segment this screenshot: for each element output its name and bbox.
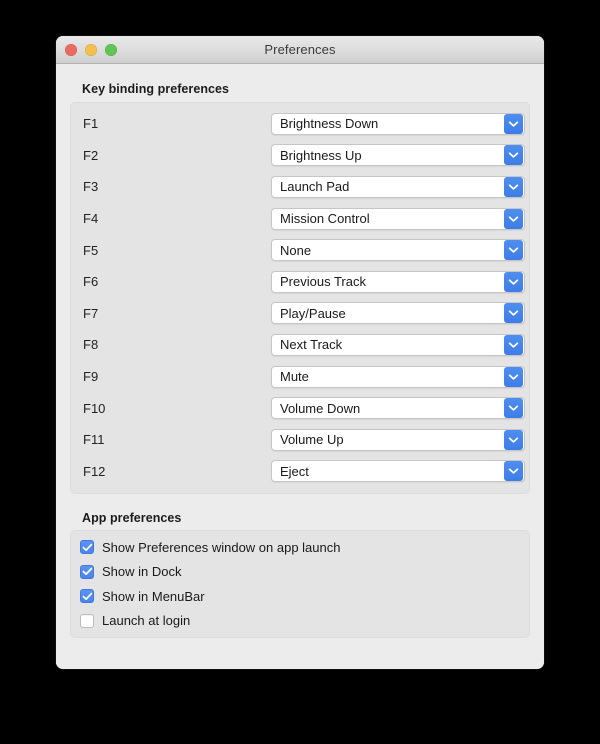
key-binding-row: F1 Brightness Down: [71, 108, 529, 140]
key-binding-select[interactable]: Mission Control: [271, 207, 525, 230]
key-binding-row: F12 Eject: [71, 456, 529, 488]
key-binding-key-label: F6: [83, 274, 99, 290]
key-binding-key-label: F7: [83, 305, 99, 321]
key-binding-select-value: None: [280, 242, 312, 258]
app-preference-row[interactable]: Launch at login: [71, 609, 529, 634]
chevron-down-icon[interactable]: [504, 113, 523, 134]
zoom-button[interactable]: [105, 44, 117, 56]
key-binding-select-value: Next Track: [280, 337, 343, 353]
app-preference-label: Show in Dock: [102, 564, 182, 580]
key-binding-select[interactable]: Launch Pad: [271, 175, 525, 198]
key-binding-row: F2 Brightness Up: [71, 140, 529, 172]
preferences-window: Preferences Key binding preferences F1 Br…: [56, 36, 544, 669]
window-titlebar[interactable]: Preferences: [56, 36, 544, 64]
key-binding-select[interactable]: Previous Track: [271, 270, 525, 293]
key-binding-key-label: F8: [83, 337, 99, 353]
key-binding-row: F5 None: [71, 234, 529, 266]
key-binding-row: F6 Previous Track: [71, 266, 529, 298]
app-preference-row[interactable]: Show Preferences window on app launch: [71, 535, 529, 560]
chevron-down-icon[interactable]: [504, 334, 523, 355]
key-binding-panel: F1 Brightness Down F2 Brightness Up F3 Launch…: [70, 102, 530, 494]
key-binding-key-label: F3: [83, 179, 99, 195]
key-binding-select[interactable]: Volume Down: [271, 397, 525, 420]
chevron-down-icon[interactable]: [504, 240, 523, 261]
checkbox-checked[interactable]: [80, 540, 94, 555]
app-preferences-section-title: App preferences: [82, 511, 182, 525]
key-binding-select-value: Volume Up: [280, 432, 344, 448]
key-binding-select[interactable]: Eject: [271, 460, 525, 483]
key-binding-key-label: F2: [83, 147, 99, 163]
chevron-down-icon[interactable]: [504, 366, 523, 387]
chevron-down-icon[interactable]: [504, 145, 523, 166]
key-binding-select-value: Previous Track: [280, 274, 366, 290]
key-binding-row: F9 Mute: [71, 361, 529, 393]
app-preference-label: Show Preferences window on app launch: [102, 539, 341, 555]
key-binding-select-value: Volume Down: [280, 400, 361, 416]
key-binding-select-value: Eject: [280, 463, 309, 479]
chevron-down-icon[interactable]: [504, 271, 523, 292]
app-preferences-panel: Show Preferences window on app launch Sho…: [70, 530, 530, 638]
chevron-down-icon[interactable]: [504, 398, 523, 419]
checkbox-checked[interactable]: [80, 564, 94, 579]
key-binding-select[interactable]: Play/Pause: [271, 302, 525, 325]
app-preference-label: Launch at login: [102, 613, 191, 629]
key-binding-key-label: F9: [83, 369, 99, 385]
chevron-down-icon[interactable]: [504, 303, 523, 324]
app-preference-row[interactable]: Show in Dock: [71, 560, 529, 585]
key-binding-key-label: F5: [83, 242, 99, 258]
key-binding-select[interactable]: Volume Up: [271, 428, 525, 451]
checkbox-unchecked[interactable]: [80, 613, 94, 628]
key-binding-key-label: F4: [83, 211, 99, 227]
key-binding-section-title: Key binding preferences: [82, 82, 230, 96]
key-binding-select[interactable]: Next Track: [271, 333, 525, 356]
window-content: Key binding preferences F1 Brightness Dow…: [56, 64, 544, 669]
chevron-down-icon[interactable]: [504, 429, 523, 450]
key-binding-select-value: Mission Control: [280, 211, 370, 227]
key-binding-row: F7 Play/Pause: [71, 298, 529, 330]
window-title: Preferences: [264, 42, 336, 57]
key-binding-row: F8 Next Track: [71, 329, 529, 361]
close-button[interactable]: [65, 44, 77, 56]
key-binding-row: F3 Launch Pad: [71, 171, 529, 203]
checkbox-checked[interactable]: [80, 589, 94, 604]
key-binding-select-value: Play/Pause: [280, 305, 346, 321]
key-binding-select[interactable]: Brightness Up: [271, 144, 525, 167]
key-binding-row: F11 Volume Up: [71, 424, 529, 456]
key-binding-key-label: F10: [83, 400, 106, 416]
key-binding-row: F4 Mission Control: [71, 203, 529, 235]
key-binding-select[interactable]: None: [271, 239, 525, 262]
key-binding-select-value: Brightness Down: [280, 116, 379, 132]
key-binding-key-label: F1: [83, 116, 99, 132]
key-binding-select[interactable]: Mute: [271, 365, 525, 388]
key-binding-select-value: Brightness Up: [280, 147, 362, 163]
key-binding-select-value: Launch Pad: [280, 179, 350, 195]
chevron-down-icon[interactable]: [504, 208, 523, 229]
key-binding-select[interactable]: Brightness Down: [271, 112, 525, 135]
app-preference-row[interactable]: Show in MenuBar: [71, 584, 529, 609]
key-binding-select-value: Mute: [280, 369, 309, 385]
chevron-down-icon[interactable]: [504, 176, 523, 197]
chevron-down-icon[interactable]: [504, 461, 523, 482]
key-binding-key-label: F11: [83, 432, 105, 448]
traffic-lights: [65, 36, 117, 64]
app-preference-label: Show in MenuBar: [102, 588, 205, 604]
minimize-button[interactable]: [85, 44, 97, 56]
key-binding-key-label: F12: [83, 463, 106, 479]
key-binding-row: F10 Volume Down: [71, 392, 529, 424]
